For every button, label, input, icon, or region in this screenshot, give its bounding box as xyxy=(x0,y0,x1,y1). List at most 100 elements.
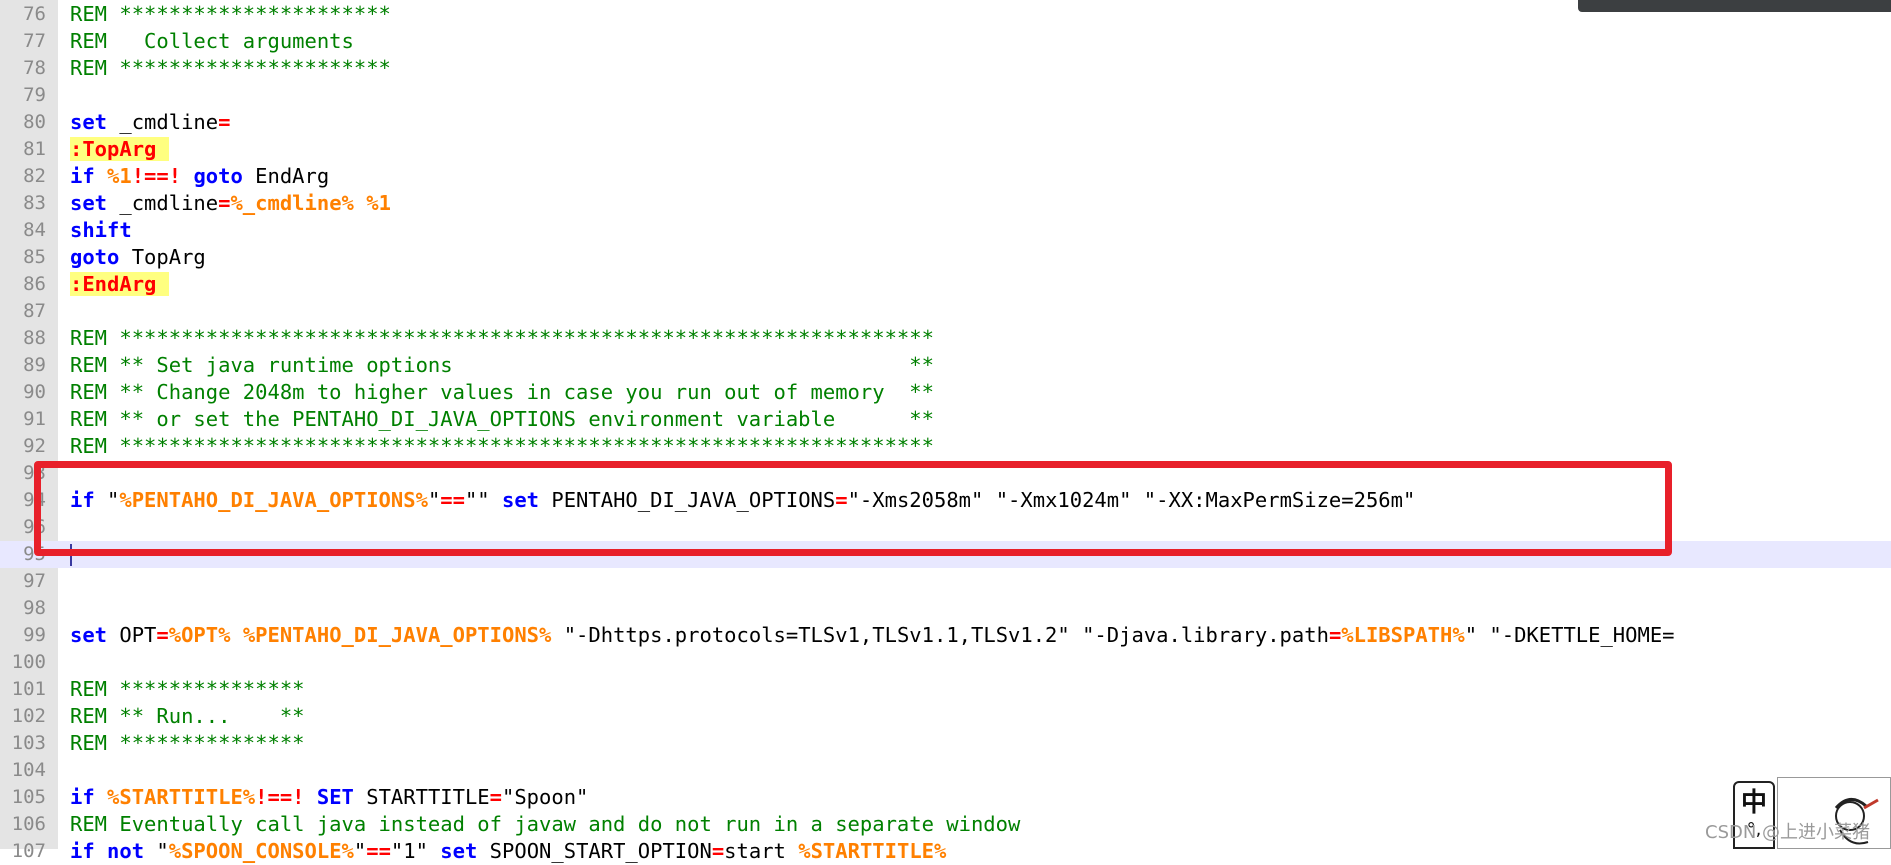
token-txt: " "-DKETTLE_HOME= xyxy=(1464,623,1675,647)
code-line[interactable]: 98 xyxy=(0,595,1891,622)
line-number: 104 xyxy=(11,759,46,781)
code-text: set OPT=%OPT% %PENTAHO_DI_JAVA_OPTIONS% … xyxy=(70,622,1675,649)
token-rem: REM ********************** xyxy=(70,2,391,26)
line-number: 92 xyxy=(23,435,46,457)
code-text: :EndArg xyxy=(70,271,169,298)
line-number: 90 xyxy=(23,381,46,403)
line-number: 85 xyxy=(23,246,46,268)
code-line[interactable]: 86:EndArg xyxy=(0,271,1891,298)
token-rem: REM ** Change 2048m to higher values in … xyxy=(70,380,934,404)
code-line[interactable]: 82 if %1!==! goto EndArg xyxy=(0,163,1891,190)
token-kw: if xyxy=(70,785,95,809)
line-number: 77 xyxy=(23,30,46,52)
token-txt: SPOON_START_OPTION xyxy=(477,839,712,863)
token-var: %OPT% xyxy=(168,623,231,647)
code-line[interactable]: 84 shift xyxy=(0,217,1891,244)
token-var: %1 xyxy=(107,164,132,188)
token-var: %STARTTITLE% xyxy=(107,785,256,809)
token-kw: set xyxy=(70,623,108,647)
code-line[interactable]: 106 REM Eventually call java instead of j… xyxy=(0,811,1891,838)
code-text: REM ** Change 2048m to higher values in … xyxy=(70,379,934,406)
code-line[interactable]: 102 REM ** Run... ** xyxy=(0,703,1891,730)
code-text: REM ** or set the PENTAHO_DI_JAVA_OPTION… xyxy=(70,406,934,433)
token-txt: "-Dhttps.protocols=TLSv1,TLSv1.1,TLSv1.2… xyxy=(551,623,1329,647)
line-number: 83 xyxy=(23,192,46,214)
line-number: 76 xyxy=(23,3,46,25)
line-number: 101 xyxy=(11,678,46,700)
token-txt: STARTTITLE xyxy=(353,785,490,809)
code-line[interactable]: 101 REM *************** xyxy=(0,676,1891,703)
token-kw: not xyxy=(107,839,145,863)
token-kw: set xyxy=(70,110,108,134)
token-op: = xyxy=(156,623,169,647)
token-kw: if xyxy=(70,164,95,188)
code-line[interactable]: 92 REM **********************************… xyxy=(0,433,1891,460)
line-number: 78 xyxy=(23,57,46,79)
code-line[interactable]: 79 xyxy=(0,82,1891,109)
code-line[interactable]: 85 goto TopArg xyxy=(0,244,1891,271)
code-line[interactable]: 81 :TopArg xyxy=(0,136,1891,163)
code-line[interactable]: 100 xyxy=(0,649,1891,676)
code-line[interactable]: 89 REM ** Set java runtime options ** xyxy=(0,352,1891,379)
code-line[interactable]: 88 REM **********************************… xyxy=(0,325,1891,352)
token-kw: set xyxy=(440,839,478,863)
code-line[interactable]: 78 REM ********************** xyxy=(0,55,1891,82)
token-kw: shift xyxy=(70,218,132,242)
code-text: if not "%SPOON_CONSOLE%"=="1" set SPOON_… xyxy=(70,838,946,865)
code-text: REM ********************** xyxy=(70,55,391,82)
token-kw: goto xyxy=(70,245,120,269)
code-text: :TopArg xyxy=(70,136,169,163)
token-txt: "1" xyxy=(390,839,441,863)
token-kw: goto xyxy=(193,164,243,188)
code-line[interactable]: 91 REM ** or set the PENTAHO_DI_JAVA_OPTI… xyxy=(0,406,1891,433)
code-text: goto TopArg xyxy=(70,244,206,271)
line-number: 89 xyxy=(23,354,46,376)
token-txt: "Spoon" xyxy=(502,785,589,809)
line-number: 82 xyxy=(23,165,46,187)
line-number: 105 xyxy=(11,786,46,808)
token-kw: if xyxy=(70,839,95,863)
code-text: if %STARTTITLE%!==! SET STARTTITLE="Spoo… xyxy=(70,784,588,811)
token-txt: _cmdline xyxy=(107,110,219,134)
code-line[interactable]: 80 set _cmdline= xyxy=(0,109,1891,136)
token-label: :TopArg xyxy=(70,137,169,161)
token-rem: REM Eventually call java instead of java… xyxy=(70,812,1021,836)
code-editor[interactable]: 76 REM ********************** 77 REM Collec… xyxy=(0,0,1891,863)
line-number: 80 xyxy=(23,111,46,133)
code-line[interactable]: 97 xyxy=(0,568,1891,595)
code-line[interactable]: 104 xyxy=(0,757,1891,784)
code-line[interactable]: 105 if %STARTTITLE%!==! SET STARTTITLE="S… xyxy=(0,784,1891,811)
line-number: 81 xyxy=(23,138,46,160)
token-txt: OPT xyxy=(107,623,157,647)
line-number: 107 xyxy=(11,840,46,862)
token-var: %SPOON_CONSOLE% xyxy=(168,839,354,863)
token-op: !==! xyxy=(131,164,182,188)
token-var: %LIBSPATH% xyxy=(1341,623,1465,647)
token-kw: SET xyxy=(316,785,354,809)
code-line[interactable]: 103 REM *************** xyxy=(0,730,1891,757)
code-line[interactable]: 77 REM Collect arguments xyxy=(0,28,1891,55)
token-label: :EndArg xyxy=(70,272,169,296)
code-line[interactable]: 83 set _cmdline=%_cmdline% %1 xyxy=(0,190,1891,217)
token-rem: REM ************************************… xyxy=(70,326,934,350)
token-txt: TopArg xyxy=(119,245,206,269)
code-text: REM ********************** xyxy=(70,1,391,28)
code-text: REM *************** xyxy=(70,676,305,703)
line-number: 106 xyxy=(11,813,46,835)
token-txt: start xyxy=(724,839,799,863)
token-rem: REM ** Set java runtime options ** xyxy=(70,353,934,377)
toolbar-overlay xyxy=(1578,0,1891,12)
line-number: 103 xyxy=(11,732,46,754)
line-number: 91 xyxy=(23,408,46,430)
code-line[interactable]: 107 if not "%SPOON_CONSOLE%"=="1" set SPO… xyxy=(0,838,1891,865)
code-line[interactable]: 99 set OPT=%OPT% %PENTAHO_DI_JAVA_OPTIONS… xyxy=(0,622,1891,649)
code-line[interactable]: 90 REM ** Change 2048m to higher values i… xyxy=(0,379,1891,406)
code-line[interactable]: 87 xyxy=(0,298,1891,325)
token-txt: " xyxy=(353,839,367,863)
token-op: = xyxy=(711,839,725,863)
code-text: REM Eventually call java instead of java… xyxy=(70,811,1020,838)
token-var: %PENTAHO_DI_JAVA_OPTIONS% xyxy=(242,623,552,647)
code-text: REM *************** xyxy=(70,730,305,757)
